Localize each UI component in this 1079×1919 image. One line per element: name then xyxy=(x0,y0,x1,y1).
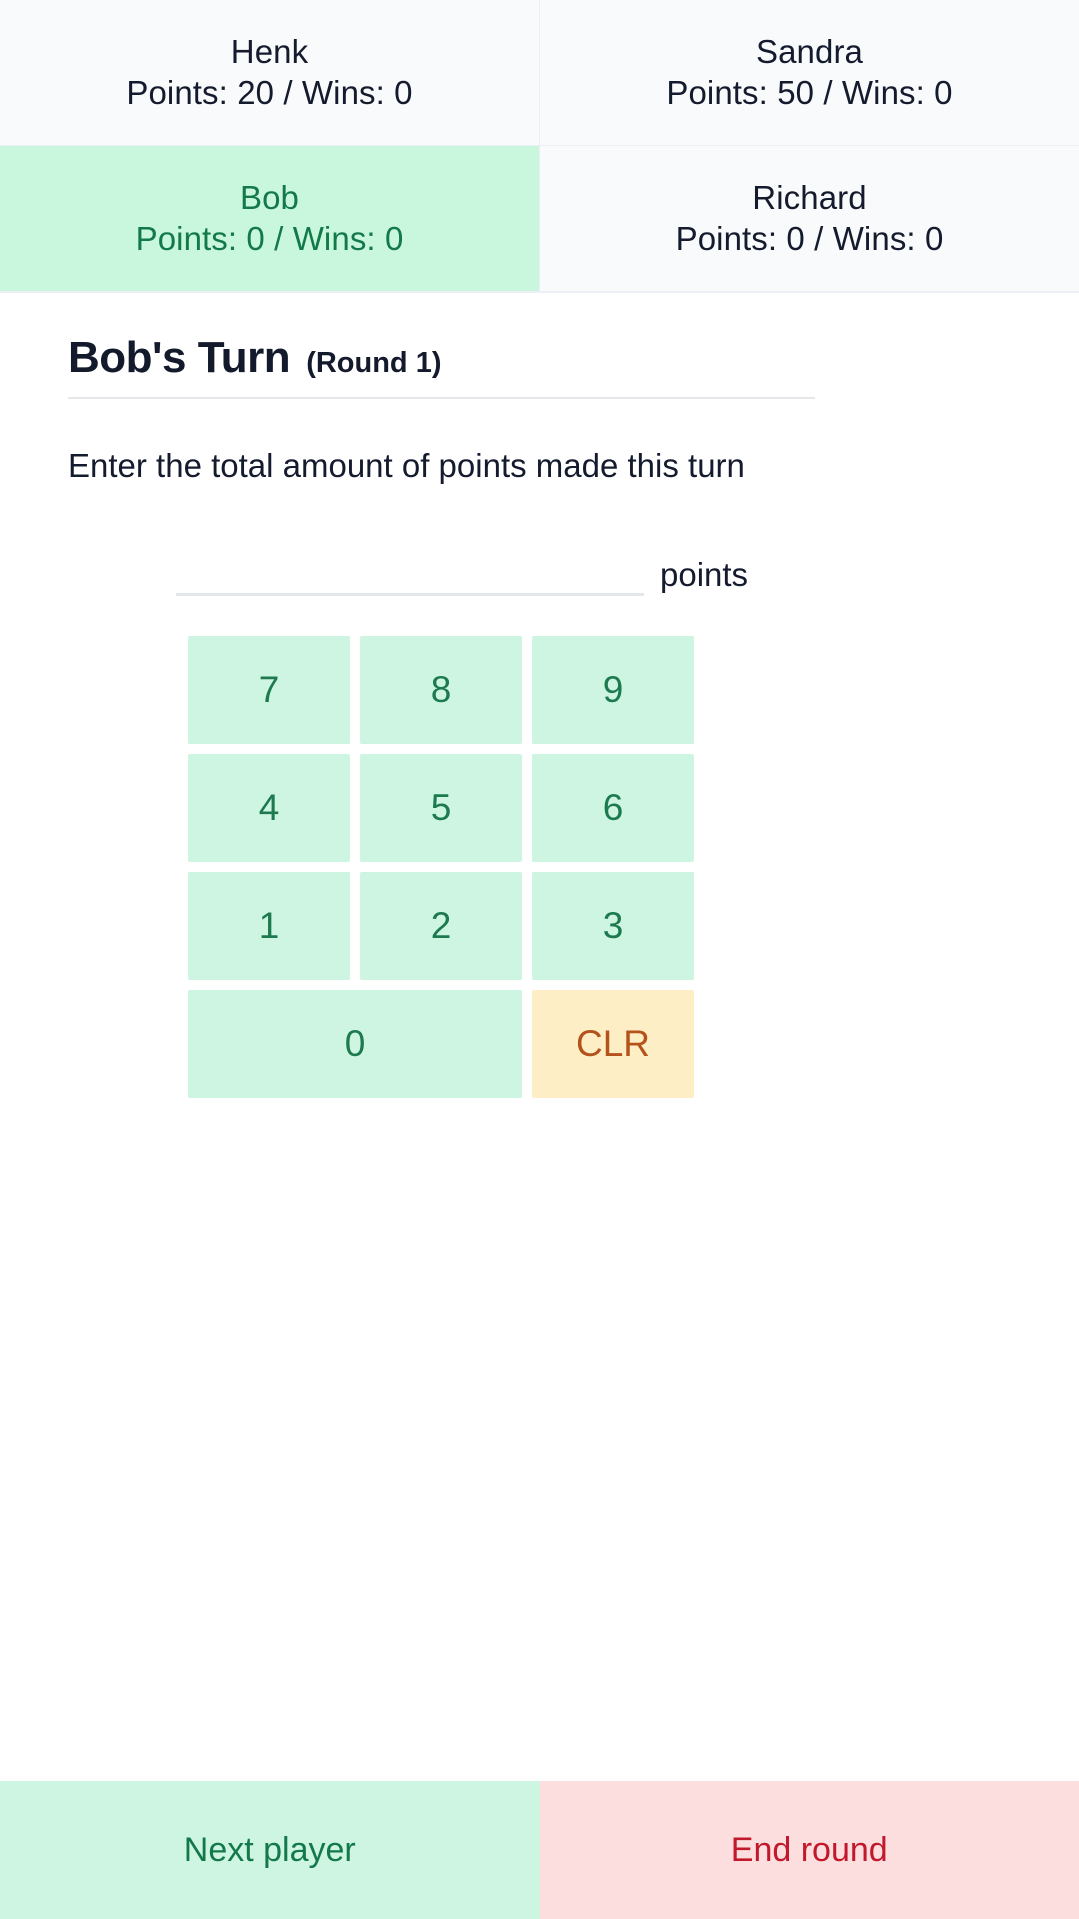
scorekeeper-app: Henk Points: 20 / Wins: 0 Sandra Points:… xyxy=(0,0,1079,1919)
header-divider xyxy=(68,397,815,399)
keypad-key-3[interactable]: 3 xyxy=(532,872,694,981)
player-name: Henk xyxy=(230,33,309,71)
round-label: (Round 1) xyxy=(306,347,442,379)
player-stats: Points: 50 / Wins: 0 xyxy=(666,73,953,111)
keypad-key-7[interactable]: 7 xyxy=(188,636,350,745)
turn-panel: Bob's Turn (Round 1) Enter the total amo… xyxy=(0,293,1079,1781)
end-round-button[interactable]: End round xyxy=(539,1781,1079,1919)
page-title: Bob's Turn xyxy=(68,333,291,382)
keypad-key-9[interactable]: 9 xyxy=(532,636,694,745)
points-input[interactable] xyxy=(176,548,644,597)
scoreboard: Henk Points: 20 / Wins: 0 Sandra Points:… xyxy=(0,0,1079,293)
player-name: Richard xyxy=(752,179,867,217)
player-stats: Points: 0 / Wins: 0 xyxy=(135,219,404,257)
player-stats: Points: 0 / Wins: 0 xyxy=(675,219,944,257)
points-input-row: points xyxy=(68,548,1011,597)
player-stats: Points: 20 / Wins: 0 xyxy=(126,73,413,111)
instruction-text: Enter the total amount of points made th… xyxy=(68,447,745,484)
keypad-key-0[interactable]: 0 xyxy=(188,990,522,1099)
keypad-clear-button[interactable]: CLR xyxy=(532,990,694,1099)
turn-header: Bob's Turn (Round 1) xyxy=(68,333,1011,397)
player-card-richard[interactable]: Richard Points: 0 / Wins: 0 xyxy=(540,146,1079,291)
next-player-button[interactable]: Next player xyxy=(0,1781,540,1919)
player-card-henk[interactable]: Henk Points: 20 / Wins: 0 xyxy=(0,0,539,145)
player-name: Bob xyxy=(239,179,300,217)
keypad-key-4[interactable]: 4 xyxy=(188,754,350,863)
footer-actions: Next player End round xyxy=(0,1781,1079,1919)
player-card-bob[interactable]: Bob Points: 0 / Wins: 0 xyxy=(0,146,539,291)
keypad-key-8[interactable]: 8 xyxy=(360,636,522,745)
numeric-keypad: 7 8 9 4 5 6 1 2 3 0 CLR xyxy=(188,636,694,1099)
keypad-key-1[interactable]: 1 xyxy=(188,872,350,981)
keypad-key-2[interactable]: 2 xyxy=(360,872,522,981)
keypad-key-5[interactable]: 5 xyxy=(360,754,522,863)
points-unit-label: points xyxy=(660,556,749,594)
keypad-key-6[interactable]: 6 xyxy=(532,754,694,863)
player-name: Sandra xyxy=(755,33,863,71)
player-card-sandra[interactable]: Sandra Points: 50 / Wins: 0 xyxy=(540,0,1079,145)
